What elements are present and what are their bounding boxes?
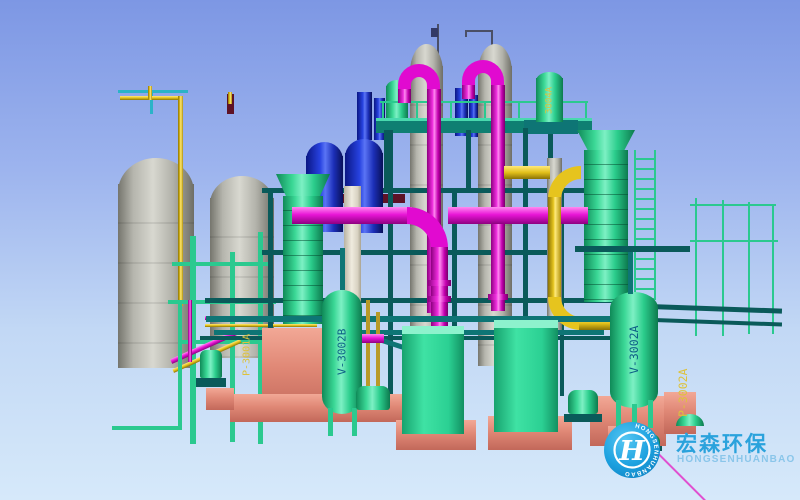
tank-nozzle: [228, 92, 232, 104]
deck-railing-post: [450, 101, 452, 118]
pipe-flange: [488, 294, 508, 300]
pump-center-pipe: [376, 312, 380, 388]
frame-post: [388, 130, 393, 398]
3d-viewport[interactable]: 3004A: [0, 0, 800, 500]
pipe-run-right: [640, 318, 782, 327]
hongsen-logo: HONGSENHUANBAO H 宏森环保 HONGSENHUANBAO: [602, 420, 798, 482]
gooseneck-2-tip: [462, 85, 475, 99]
pipe-yellow-run: [205, 324, 317, 327]
magenta-header-2: [448, 207, 588, 224]
blue-column: [357, 92, 372, 140]
pipe-magenta-drop: [188, 300, 192, 362]
pipe-flange: [428, 280, 451, 286]
box-tank-1: [402, 326, 464, 434]
magenta-header: [292, 207, 412, 224]
deck-railing-post: [585, 101, 587, 118]
column-3004A-shell: 3004A: [536, 78, 563, 122]
pump-center-elbow: [362, 334, 384, 343]
railing-post: [772, 204, 774, 334]
deck-railing-post: [416, 101, 418, 118]
box-tank-2: [494, 320, 558, 432]
railing-rail: [690, 240, 778, 242]
tank-top-pipe-cyan: [118, 90, 188, 93]
railing-rail: [690, 204, 776, 206]
pump-left-base: [196, 378, 226, 387]
railing-post: [695, 198, 697, 336]
pump-right-base: [564, 414, 602, 422]
tag-top-column: 3004A: [536, 78, 563, 122]
deck-railing-post: [382, 101, 384, 118]
pump-center-body: [356, 386, 390, 410]
tag-vessel-a: V-3002A: [610, 292, 658, 408]
vessel-leg: [352, 408, 357, 436]
tag-pump-left: P-3001A: [240, 316, 254, 394]
pipe-flange: [428, 296, 451, 302]
vent-line: [465, 30, 467, 37]
vent-line: [465, 30, 493, 32]
small-line-green: [178, 300, 182, 430]
logo-monogram: H: [618, 436, 646, 467]
small-line-green: [112, 426, 182, 430]
vessel-b-top-pipe: [340, 248, 345, 290]
deck-leg: [466, 130, 471, 190]
foundation-small: [206, 388, 234, 410]
deck-railing-post: [484, 101, 486, 118]
pump-right-body: [568, 390, 598, 414]
logo-name-english: HONGSENHUANBAO: [677, 454, 795, 465]
exchanger-ladder: [634, 150, 656, 300]
yellow-riser: [178, 96, 183, 306]
railing-post: [748, 202, 750, 334]
trestle-beam: [172, 262, 272, 266]
instrument-flag: [431, 28, 438, 37]
gooseneck-2-riser: [491, 85, 505, 311]
column-pedestal: [524, 120, 578, 134]
exchanger-right-stack: [584, 150, 628, 302]
gooseneck-1-tip: [398, 89, 411, 103]
deck-railing-post: [518, 101, 520, 118]
vessel-V3002A: V-3002A: [610, 292, 658, 408]
railing-post: [722, 200, 724, 336]
exchanger-right-hopper: [577, 130, 635, 152]
trestle-beam: [178, 340, 274, 344]
vessel-a-top-pipe: [628, 252, 633, 294]
pump-center-pipe: [366, 300, 370, 388]
hongsen-logo-icon: HONGSENHUANBAO H: [604, 422, 660, 478]
yellow-riser-right: [548, 197, 561, 297]
ground-pipe: [206, 316, 626, 322]
vessel-leg: [328, 408, 333, 436]
pump-left-motor: [200, 350, 222, 378]
yellow-header-top: [504, 166, 550, 179]
tank-nozzle: [148, 86, 152, 100]
